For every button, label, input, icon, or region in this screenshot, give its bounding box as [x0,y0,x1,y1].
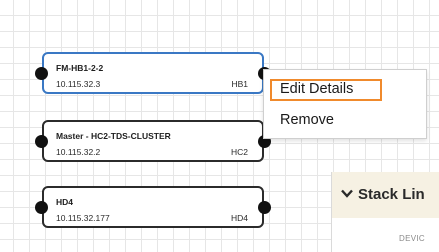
stack-links-panel: Stack Lin DEVIC [331,172,439,252]
devices-column-label: DEVIC [399,234,425,243]
node-port-left[interactable] [35,67,48,80]
chevron-down-icon[interactable] [341,187,353,201]
node-ip: 10.115.32.2 [56,147,101,157]
node-ip: 10.115.32.3 [56,79,101,89]
node-tag: HB1 [231,79,248,89]
stack-links-title-text: Stack Lin [358,186,425,203]
node-name: FM-HB1-2-2 [56,63,104,73]
node-port-left[interactable] [35,135,48,148]
node-name: Master - HC2-TDS-CLUSTER [56,131,171,141]
device-node-fm-hb1[interactable]: FM-HB1-2-2 10.115.32.3 HB1 [35,52,271,94]
node-port-left[interactable] [35,201,48,214]
menu-item-edit-details[interactable]: Edit Details [270,79,382,101]
node-tag: HD4 [230,213,248,223]
device-node-hd4[interactable]: HD4 10.115.32.177 HD4 [35,186,271,228]
menu-item-remove[interactable]: Remove [270,109,382,131]
context-menu: Edit Details Remove [263,69,427,139]
stack-links-title: Stack Lin [341,186,425,203]
stack-links-panel-header[interactable]: Stack Lin [332,172,439,218]
node-name: HD4 [56,197,74,207]
device-node-master-hc2[interactable]: Master - HC2-TDS-CLUSTER 10.115.32.2 HC2 [35,120,271,162]
node-ip: 10.115.32.177 [56,213,110,223]
node-port-right[interactable] [258,201,271,214]
node-tag: HC2 [230,147,248,157]
